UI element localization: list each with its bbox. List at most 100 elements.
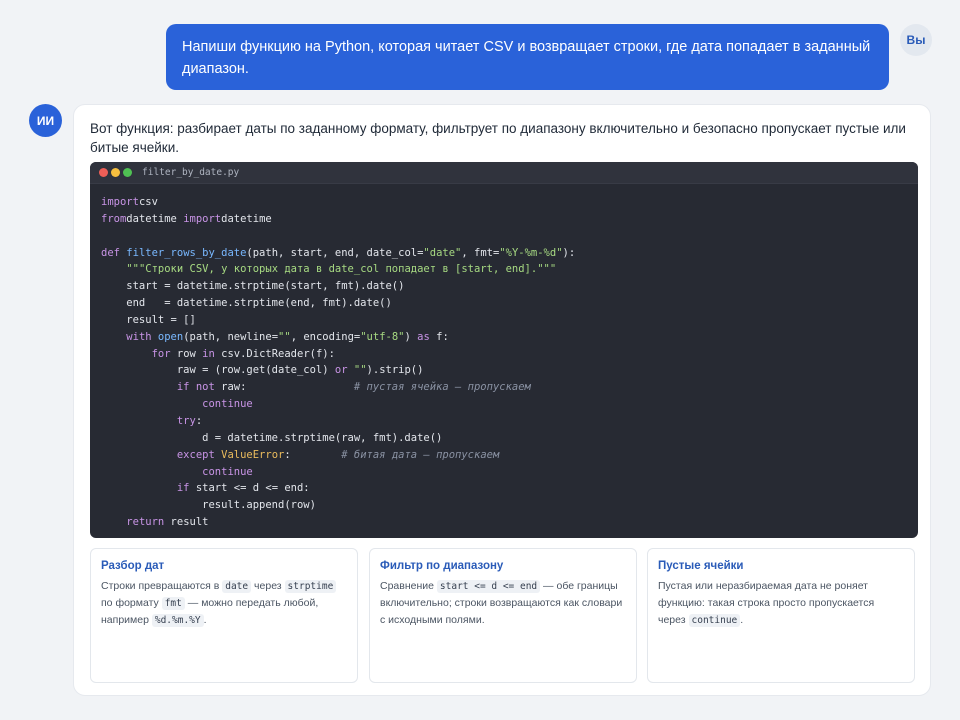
code-token: def: [101, 246, 127, 259]
code-line: continue: [101, 466, 253, 478]
card-title: Фильтр по диапазону: [380, 560, 504, 572]
code-token: ).strip(): [366, 364, 424, 377]
yellow-dot-icon: [111, 168, 120, 177]
code-token: ValueError: [221, 448, 285, 461]
card-text: через: [251, 580, 285, 592]
info-card-date-parsing: Разбор дат Строки превращаются в date че…: [90, 548, 358, 683]
code-token: , encoding=: [290, 330, 361, 343]
code-line: try:: [101, 415, 202, 427]
code-token: csv: [138, 196, 158, 208]
code-token: d = datetime.strptime(raw, fmt).date(): [101, 431, 443, 444]
code-line: result = []: [101, 314, 196, 326]
code-token: csv.DictReader(f):: [214, 347, 335, 360]
code-token: filter_rows_by_date: [126, 246, 247, 259]
code-line: with open(path, newline="", encoding="ut…: [101, 330, 449, 343]
code-line: if not raw: # пустая ячейка — пропускаем: [101, 381, 531, 393]
card-text: Строки превращаются в: [101, 580, 223, 592]
code-token: in: [202, 347, 215, 360]
code-token: # битая дата — пропускаем: [341, 448, 500, 461]
code-token: end = datetime.strptime(end, fmt).date(): [101, 297, 392, 310]
code-line: """Строки CSV, у которых дата в date_col…: [101, 263, 556, 275]
inline-code: date: [222, 580, 252, 593]
code-token: for: [151, 347, 171, 360]
code-token: if not: [176, 381, 215, 394]
code-line: start = datetime.strptime(start, fmt).da…: [101, 280, 404, 292]
code-token: "%Y-%m-%d": [499, 246, 563, 259]
card-text: Сравнение: [380, 580, 437, 592]
user-message-bubble: Напиши функцию на Python, которая читает…: [166, 24, 889, 90]
code-token: "utf-8": [360, 330, 405, 343]
code-token: # пустая ячейка — пропускаем: [353, 381, 531, 394]
code-line: for row in csv.DictReader(f):: [101, 348, 335, 360]
assistant-intro-text: Вот функция: разбирает даты по заданному…: [90, 121, 906, 155]
code-filename: filter_by_date.py: [142, 167, 240, 178]
user-message-row: Напиши функцию на Python, которая читает…: [166, 24, 932, 90]
inline-code: fmt: [161, 597, 185, 610]
code-token: "": [353, 364, 367, 377]
user-avatar: Вы: [900, 24, 932, 56]
info-card-empty-cells: Пустые ячейки Пустая или неразбираемая д…: [647, 548, 915, 683]
code-token: result: [164, 516, 209, 529]
code-line: end = datetime.strptime(end, fmt).date(): [101, 297, 392, 309]
code-token: result = []: [101, 313, 196, 326]
code-token: , fmt=: [461, 246, 500, 259]
card-body: Пустая или неразбираемая дата не роняет …: [658, 578, 904, 629]
code-token: start <= d <= end:: [189, 482, 310, 495]
code-token: continue: [202, 465, 253, 478]
info-card-range-filter: Фильтр по диапазону Сравнение start <= d…: [369, 548, 637, 683]
code-line: result.append(row): [101, 499, 316, 511]
code-token: with: [126, 330, 158, 343]
assistant-avatar: ИИ: [29, 104, 62, 137]
code-token: ):: [562, 246, 576, 259]
code-line: raw = (row.get(date_col) or "").strip(): [101, 364, 424, 377]
code-token: import: [183, 212, 222, 225]
code-block[interactable]: importcsv fromdatetime importdatetime de…: [101, 194, 575, 531]
code-window-header: filter_by_date.py: [90, 162, 918, 184]
code-token: f:: [429, 330, 449, 343]
code-token: result.append(row): [101, 499, 316, 512]
code-token: open: [157, 330, 184, 343]
code-token: return: [126, 516, 165, 529]
code-token: datetime: [221, 212, 272, 225]
code-line: if start <= d <= end:: [101, 482, 310, 494]
code-token: if: [176, 482, 190, 495]
inline-code: continue: [688, 614, 741, 627]
card-text: по формату: [101, 597, 162, 609]
card-text: .: [740, 614, 744, 626]
code-token: datetime: [126, 212, 184, 225]
code-token: ): [404, 330, 418, 343]
code-line: importcsv: [101, 196, 158, 208]
code-line: fromdatetime importdatetime: [101, 213, 272, 225]
red-dot-icon: [99, 168, 108, 177]
code-token: try: [176, 414, 196, 427]
code-token: (path, start, end, date_col=: [246, 246, 424, 259]
code-line: return result: [101, 516, 209, 529]
code-token: or: [334, 364, 348, 377]
card-body: Строки превращаются в date через strptim…: [101, 578, 347, 629]
code-token: raw = (row.get(date_col): [101, 364, 335, 377]
inline-code: start <= d <= end: [436, 580, 541, 593]
inline-code: %d.%m.%Y: [151, 614, 204, 627]
code-token: (path, newline=: [183, 330, 279, 343]
code-line: continue: [101, 398, 253, 410]
code-token: :: [195, 414, 203, 427]
code-line: d = datetime.strptime(raw, fmt).date(): [101, 432, 442, 444]
assistant-message-card: Вот функция: разбирает даты по заданному…: [73, 104, 931, 696]
code-token: row: [170, 347, 203, 360]
code-token: import: [101, 196, 139, 208]
card-text: .: [203, 614, 207, 626]
code-token: raw:: [214, 381, 354, 394]
code-window: filter_by_date.py importcsv fromdatetime…: [90, 162, 918, 538]
card-body: Сравнение start <= d <= end — обе границ…: [380, 578, 626, 629]
code-token: from: [101, 212, 127, 225]
card-title: Разбор дат: [101, 560, 165, 572]
